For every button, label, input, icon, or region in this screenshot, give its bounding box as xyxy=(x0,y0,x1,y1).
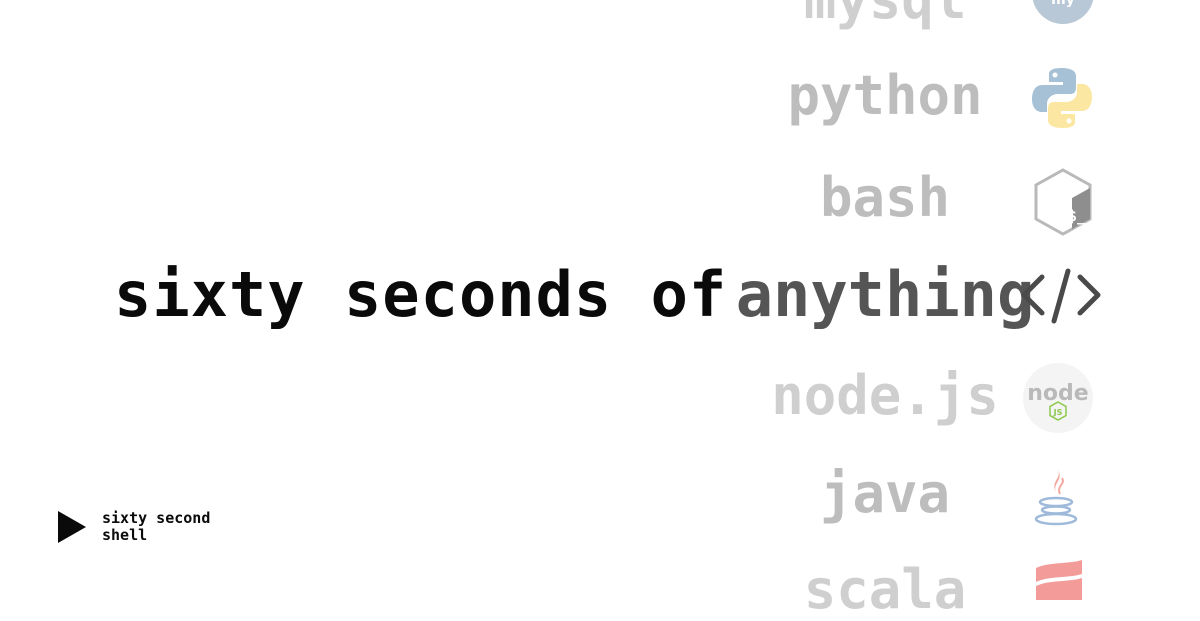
language-item-java: java xyxy=(819,462,951,525)
scala-icon xyxy=(1036,560,1082,600)
java-icon xyxy=(1034,470,1078,526)
code-brackets-icon xyxy=(1021,268,1101,324)
language-item-mysql: mysql xyxy=(715,0,1055,31)
language-item-anything: anything xyxy=(735,258,1035,331)
mysql-icon: my xyxy=(1032,0,1094,24)
headline: sixty seconds of xyxy=(114,258,728,331)
bash-icon-text: $_ xyxy=(1068,207,1087,225)
bash-icon: $_ xyxy=(1034,168,1092,236)
nodejs-js-text: JS xyxy=(1053,408,1063,417)
play-icon xyxy=(58,511,86,543)
mysql-icon-text: my xyxy=(1051,0,1075,8)
language-item-python: python xyxy=(787,64,983,127)
brand-name: sixty second shell xyxy=(102,509,211,544)
python-icon xyxy=(1032,68,1092,128)
language-item-nodejs: node.js xyxy=(771,364,999,427)
language-item-scala: scala xyxy=(803,558,967,621)
nodejs-icon: node JS xyxy=(1023,363,1093,433)
language-item-bash: bash xyxy=(819,166,951,229)
brand-logo: sixty second shell xyxy=(58,510,232,544)
